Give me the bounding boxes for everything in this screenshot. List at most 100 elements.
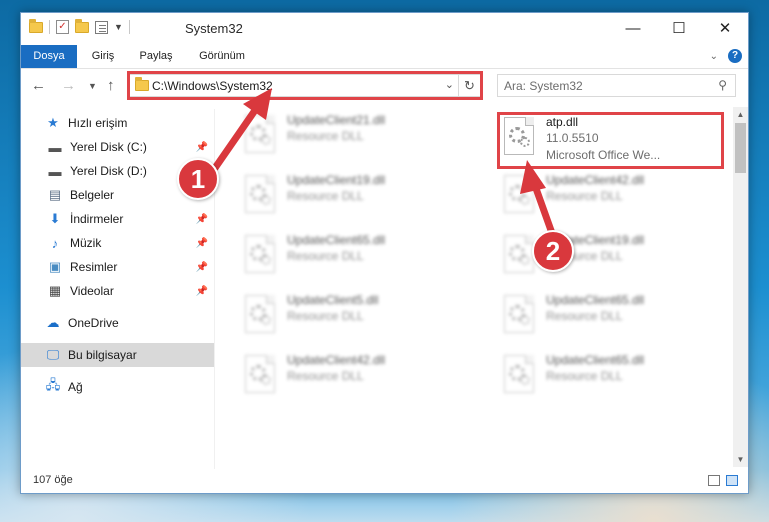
downloads-icon: ⬇: [49, 211, 61, 226]
search-box[interactable]: ⚲: [497, 74, 736, 97]
sidebar-item-this-pc[interactable]: 🖵 Bu bilgisayar: [21, 343, 214, 367]
tab-share[interactable]: Paylaş: [133, 45, 179, 68]
file-list: UpdateClient21.dll Resource DLL atp.dll 11…: [231, 105, 731, 465]
file-name: UpdateClient21.dll: [287, 113, 386, 127]
sidebar-item-drive-c[interactable]: ▬ Yerel Disk (C:) 📌: [21, 135, 214, 159]
file-type: Resource DLL: [287, 189, 364, 203]
sidebar-item-quick-access[interactable]: ★ Hızlı erişim: [21, 111, 214, 135]
sidebar-item-pictures[interactable]: ▣ Resimler 📌: [21, 255, 214, 279]
file-name: UpdateClient65.dll: [546, 353, 645, 367]
file-item[interactable]: UpdateClient42.dll Resource DLL: [500, 173, 726, 223]
properties-icon[interactable]: ✓: [56, 20, 69, 34]
pictures-icon: ▣: [48, 259, 62, 274]
status-bar: 107 öğe: [21, 469, 748, 493]
file-type: Resource DLL: [546, 369, 623, 383]
ribbon-controls: ⌄ ?: [710, 49, 742, 63]
file-type: Resource DLL: [287, 369, 364, 383]
file-type: Resource DLL: [287, 309, 364, 323]
file-item[interactable]: UpdateClient19.dll Resource DLL: [241, 173, 467, 223]
pin-icon: 📌: [195, 213, 208, 225]
dll-file-icon: [241, 173, 279, 217]
sidebar-item-label: Yerel Disk (C:): [70, 140, 147, 154]
callout-badge-1: 1: [177, 158, 219, 200]
sidebar-item-label: Müzik: [70, 236, 102, 250]
videos-icon: ▦: [48, 283, 62, 298]
forward-arrow-icon[interactable]: →: [61, 77, 76, 94]
dll-file-icon: [241, 113, 279, 157]
pin-icon: 📌: [195, 285, 208, 297]
sidebar-item-label: Yerel Disk (D:): [70, 164, 147, 178]
navigation-bar: ← → ▼ ↑ C:\Windows\System32 ⌄ ↻ ⚲: [21, 71, 748, 101]
tab-home[interactable]: Giriş: [83, 45, 123, 68]
file-item[interactable]: UpdateClient65.dll Resource DLL: [241, 233, 467, 283]
dll-file-icon: [500, 353, 538, 397]
sidebar-item-label: Videolar: [70, 284, 114, 298]
sidebar-item-network[interactable]: 🖧 Ağ: [21, 375, 214, 399]
file-highlight-box: [497, 112, 724, 169]
up-arrow-icon[interactable]: ↑: [107, 77, 115, 94]
cloud-icon: ☁: [46, 315, 60, 330]
new-folder-icon[interactable]: [75, 18, 89, 33]
pin-icon: 📌: [195, 261, 208, 273]
file-name: UpdateClient65.dll: [546, 293, 645, 307]
address-highlight-box: [127, 71, 483, 100]
sidebar-item-onedrive[interactable]: ☁ OneDrive: [21, 311, 214, 335]
file-name: UpdateClient5.dll: [287, 293, 379, 307]
tab-file[interactable]: Dosya: [21, 45, 77, 68]
file-item[interactable]: UpdateClient65.dll Resource DLL: [500, 293, 726, 343]
tiles-view-icon[interactable]: [726, 475, 738, 486]
file-name: UpdateClient42.dll: [546, 173, 645, 187]
search-icon: ⚲: [718, 78, 727, 92]
computer-icon: 🖵: [46, 347, 60, 362]
file-item[interactable]: UpdateClient42.dll Resource DLL: [241, 353, 467, 403]
file-type: Resource DLL: [546, 309, 623, 323]
drive-icon: ▬: [48, 139, 62, 155]
sidebar-item-label: Belgeler: [70, 188, 115, 202]
title-bar: ✓ ▼ System32 — ☐ ✕: [21, 13, 748, 45]
folder-icon: [29, 18, 43, 33]
scroll-up-icon[interactable]: ▲: [733, 107, 748, 122]
music-icon: ♪: [51, 235, 59, 251]
toolbar-separator: [128, 20, 130, 34]
file-item[interactable]: UpdateClient5.dll Resource DLL: [241, 293, 467, 343]
file-type: Resource DLL: [546, 189, 623, 203]
maximize-button[interactable]: ☐: [656, 13, 702, 43]
dll-file-icon: [500, 293, 538, 337]
file-name: UpdateClient42.dll: [287, 353, 386, 367]
expand-ribbon-icon[interactable]: ⌄: [710, 51, 718, 62]
scrollbar-thumb[interactable]: [735, 123, 746, 173]
customize-view-icon[interactable]: [95, 20, 108, 34]
sidebar-item-downloads[interactable]: ⬇ İndirmeler 📌: [21, 207, 214, 231]
help-icon[interactable]: ?: [728, 49, 742, 63]
dll-file-icon: [241, 293, 279, 337]
dll-file-icon: [500, 173, 538, 217]
minimize-button[interactable]: —: [610, 13, 656, 43]
documents-icon: ▤: [48, 187, 62, 202]
file-item[interactable]: UpdateClient21.dll Resource DLL: [241, 113, 467, 163]
dll-file-icon: [241, 353, 279, 397]
callout-badge-2: 2: [532, 230, 574, 272]
scroll-down-icon[interactable]: ▼: [733, 452, 748, 467]
quick-access-toolbar: ✓ ▼: [29, 18, 130, 34]
search-input[interactable]: [498, 75, 698, 96]
file-explorer-window: ✓ ▼ System32 — ☐ ✕ Dosya Giriş Paylaş Gö…: [20, 12, 749, 494]
vertical-scrollbar[interactable]: ▲ ▼: [733, 107, 748, 467]
toolbar-separator: [49, 20, 50, 34]
sidebar-item-music[interactable]: ♪ Müzik 📌: [21, 231, 214, 255]
sidebar-item-label: Resimler: [70, 260, 118, 274]
sidebar-item-label: Hızlı erişim: [68, 116, 128, 130]
back-arrow-icon[interactable]: ←: [31, 77, 46, 94]
details-view-icon[interactable]: [708, 475, 720, 486]
file-name: UpdateClient65.dll: [287, 233, 386, 247]
sidebar-item-label: OneDrive: [68, 316, 119, 330]
tab-view[interactable]: Görünüm: [191, 45, 253, 68]
recent-locations-icon[interactable]: ▼: [88, 81, 97, 91]
file-type: Resource DLL: [287, 129, 364, 143]
item-count: 107 öğe: [33, 474, 73, 486]
file-item[interactable]: UpdateClient65.dll Resource DLL: [500, 353, 726, 403]
sidebar-item-label: İndirmeler: [70, 212, 124, 226]
pin-icon: 📌: [195, 237, 208, 249]
qat-dropdown-icon[interactable]: ▼: [114, 22, 123, 32]
close-button[interactable]: ✕: [702, 13, 748, 43]
sidebar-item-videos[interactable]: ▦ Videolar 📌: [21, 279, 214, 303]
